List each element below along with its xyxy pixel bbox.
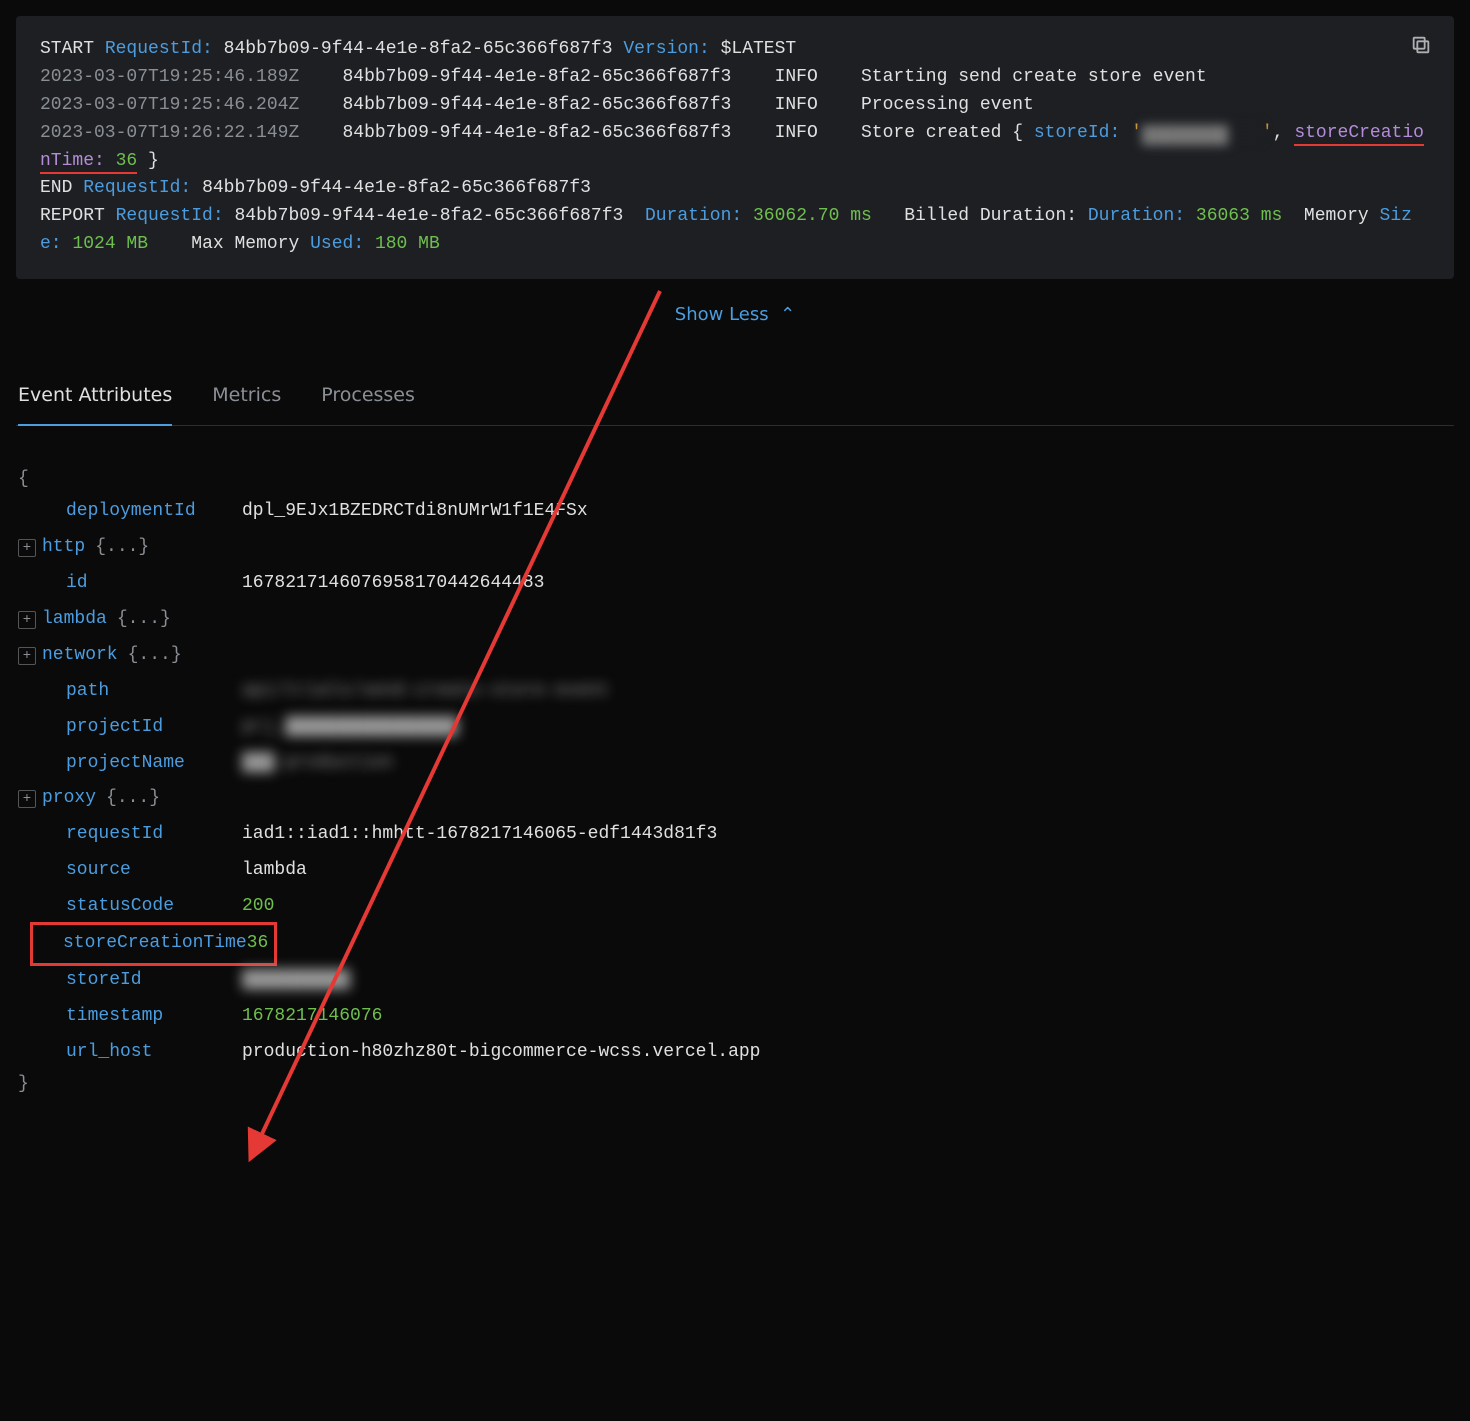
attr-url_host: url_host production-h80zhz80t-bigcommerc… [18,1035,1452,1071]
attr-projectId: projectId prj_████████████████ [18,710,1452,746]
chevron-up-icon: ⌃ [780,304,795,325]
attr-value-redacted: ██████████ [242,967,350,995]
tab-event-attributes[interactable]: Event Attributes [18,371,172,426]
attr-value-redacted: ███-production [242,750,393,778]
attr-http[interactable]: + http {...} [18,530,1452,566]
attr-key: proxy [42,785,96,813]
attr-key: path [42,678,242,706]
attr-value: iad1::iad1::hmhtt-1678217146065-edf1443d… [242,821,717,849]
attr-requestId: requestId iad1::iad1::hmhtt-167821714606… [18,817,1452,853]
object-collapsed: {...} [85,534,149,562]
attr-value: 16782171460769581704426444​83 [242,570,544,598]
attr-key: deploymentId [42,498,242,526]
attr-key: url_host [42,1039,242,1067]
attr-key: requestId [42,821,242,849]
attr-storeId: storeId ██████████ [18,963,1452,999]
object-collapsed: {...} [96,785,160,813]
attr-key: projectName [42,750,242,778]
plus-icon[interactable]: + [18,539,36,557]
attr-value: 1678217146076 [242,1003,382,1031]
attr-storeCreationTime: storeCreationTime 36 [18,925,1452,963]
json-close-brace: } [18,1071,1452,1099]
attr-key: lambda [42,606,107,634]
tabs: Event Attributes Metrics Processes [16,371,1454,426]
show-less-toggle[interactable]: Show Less ⌃ [16,301,1454,331]
attr-id: id 16782171460769581704426444​83 [18,566,1452,602]
attr-key: source [42,857,242,885]
log-output-panel: START RequestId: 84bb7b09-9f44-4e1e-8fa2… [16,16,1454,279]
attr-lambda[interactable]: + lambda {...} [18,602,1452,638]
plus-icon[interactable]: + [18,790,36,808]
log-text: START RequestId: 84bb7b09-9f44-4e1e-8fa2… [40,36,1430,259]
attr-value: lambda [242,857,307,885]
attr-value-redacted: api/trials/send-create-store-event [242,678,609,706]
attr-source: source lambda [18,853,1452,889]
highlighted-attribute: storeCreationTime 36 [37,929,270,959]
attr-key: http [42,534,85,562]
attr-network[interactable]: + network {...} [18,638,1452,674]
attr-key: id [42,570,242,598]
attr-value: 200 [242,893,274,921]
attr-key: statusCode [42,893,242,921]
plus-icon[interactable]: + [18,611,36,629]
attr-path: path api/trials/send-create-store-event [18,674,1452,710]
attr-key: timestamp [42,1003,242,1031]
tab-processes[interactable]: Processes [321,371,415,425]
attr-deploymentId: deploymentId dpl_9EJx1BZEDRCTdi8nUMrW1f1… [18,494,1452,530]
attr-statusCode: statusCode 200 [18,889,1452,925]
copy-icon[interactable] [1410,34,1432,56]
json-open-brace: { [18,466,1452,494]
attr-key: storeCreationTime [39,930,247,958]
attr-timestamp: timestamp 1678217146076 [18,999,1452,1035]
attr-value: 36 [247,930,269,958]
tab-metrics[interactable]: Metrics [212,371,281,425]
attr-value: dpl_9EJx1BZEDRCTdi8nUMrW1f1E4FSx [242,498,588,526]
attr-key: network [42,642,118,670]
attr-key: storeId [42,967,242,995]
expander-spacer [18,503,36,521]
attr-value: production-h80zhz80t-bigcommerce-wcss.ve… [242,1039,760,1067]
attr-key: projectId [42,714,242,742]
attr-projectName: projectName ███-production [18,746,1452,782]
object-collapsed: {...} [118,642,182,670]
attr-value-redacted: prj_████████████████ [242,714,458,742]
plus-icon[interactable]: + [18,647,36,665]
object-collapsed: {...} [107,606,171,634]
attr-proxy[interactable]: + proxy {...} [18,781,1452,817]
event-attributes-panel: { deploymentId dpl_9EJx1BZEDRCTdi8nUMrW1… [16,426,1454,1118]
